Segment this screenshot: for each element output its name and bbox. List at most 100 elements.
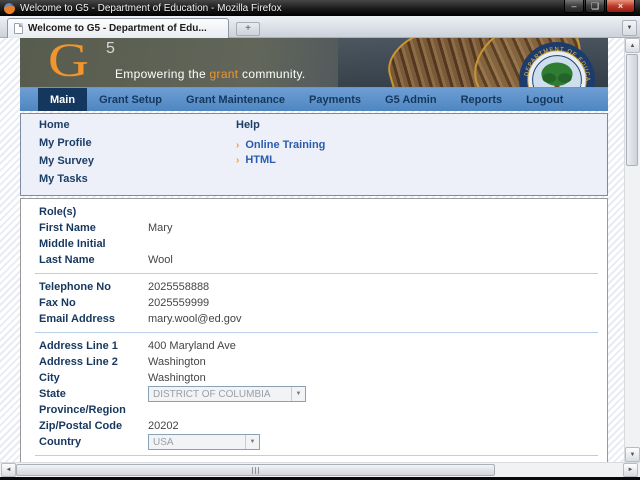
scroll-left-icon[interactable]: ◄ (1, 463, 16, 477)
horizontal-scrollbar[interactable]: ◄ ► (0, 462, 640, 477)
title-bar: Welcome to G5 - Department of Education … (0, 0, 640, 16)
tagline-highlight: grant (210, 67, 239, 81)
submenu-my-survey[interactable]: My Survey (39, 156, 94, 167)
submenu-home[interactable]: Home (39, 120, 94, 131)
help-link-online-training[interactable]: Online Training (245, 139, 325, 151)
field-label: Middle Initial (39, 238, 148, 250)
form-row-middle-initial: Middle Initial (21, 236, 607, 252)
chevron-down-icon: ▼ (291, 387, 305, 401)
g5-banner: π(x) = f(x) G 5 Empowering the grant com… (20, 38, 608, 88)
submenu-my-profile[interactable]: My Profile (39, 138, 94, 149)
scroll-down-icon[interactable]: ▼ (625, 447, 640, 462)
field-label: City (39, 372, 148, 384)
nav-grant-maintenance[interactable]: Grant Maintenance (174, 88, 297, 111)
nav-grant-setup[interactable]: Grant Setup (87, 88, 174, 111)
tab-bar: Welcome to G5 - Department of Edu... + ▼ (0, 16, 640, 38)
form-row-fax: Fax No 2025559999 (21, 295, 607, 311)
section-divider (35, 332, 598, 333)
tagline-prefix: Empowering the (115, 67, 210, 81)
field-value: mary.wool@ed.gov (148, 313, 242, 325)
form-row-address2: Address Line 2 Washington (21, 354, 607, 370)
field-value: 20202 (148, 420, 179, 432)
submenu-links: Home My Profile My Survey My Tasks (39, 120, 94, 192)
nav-reports[interactable]: Reports (449, 88, 515, 111)
maximize-button[interactable]: ❏ (585, 0, 605, 13)
state-select-value: DISTRICT OF COLUMBIA (153, 389, 271, 400)
help-heading: Help (236, 120, 325, 131)
field-label: Address Line 1 (39, 340, 148, 352)
horizontal-scrollbar-thumb[interactable] (16, 464, 495, 476)
field-label: Last Name (39, 254, 148, 266)
form-row-first-name: First Name Mary (21, 220, 607, 236)
form-row-telephone: Telephone No 2025558888 (21, 279, 607, 295)
tagline-suffix: community. (238, 67, 305, 81)
submenu-my-tasks[interactable]: My Tasks (39, 174, 94, 185)
form-row-roles: Role(s) (21, 204, 607, 220)
field-label: Zip/Postal Code (39, 420, 148, 432)
form-row-zip: Zip/Postal Code 20202 (21, 418, 607, 434)
field-value: Wool (148, 254, 173, 266)
nav-main[interactable]: Main (38, 88, 87, 111)
list-tabs-icon[interactable]: ▼ (622, 20, 637, 36)
nav-g5-admin[interactable]: G5 Admin (373, 88, 449, 111)
field-label: First Name (39, 222, 148, 234)
form-row-province: Province/Region (21, 402, 607, 418)
field-label: State (39, 388, 148, 400)
banner-tagline: Empowering the grant community. (115, 67, 306, 81)
profile-form: Role(s) First Name Mary Middle Initial L… (20, 198, 608, 462)
firefox-icon (4, 3, 15, 14)
state-select[interactable]: DISTRICT OF COLUMBIA ▼ (148, 386, 306, 402)
page-content: π(x) = f(x) G 5 Empowering the grant com… (20, 38, 608, 462)
field-label: Email Address (39, 313, 148, 325)
scrollbar-grip (252, 467, 253, 474)
g5-logo: G (48, 38, 89, 88)
arrow-bullet-icon: › (236, 140, 239, 151)
submenu-panel: Home My Profile My Survey My Tasks Help … (20, 113, 608, 196)
help-column: Help › Online Training › HTML (236, 120, 325, 169)
close-button[interactable]: × (606, 0, 635, 13)
chevron-down-icon: ▼ (245, 435, 259, 449)
new-tab-button[interactable]: + (236, 22, 260, 36)
scroll-right-icon[interactable]: ► (623, 463, 638, 477)
field-value: 400 Maryland Ave (148, 340, 236, 352)
country-select-value: USA (153, 437, 174, 448)
scrollbar-grip (258, 467, 259, 474)
g5-logo-five: 5 (106, 40, 115, 58)
field-value: 2025559999 (148, 297, 209, 309)
country-select[interactable]: USA ▼ (148, 434, 260, 450)
section-divider (35, 273, 598, 274)
nav-logout[interactable]: Logout (514, 88, 575, 111)
field-label: Country (39, 436, 148, 448)
vertical-scrollbar-thumb[interactable] (626, 54, 638, 166)
section-divider (35, 455, 598, 456)
scrollbar-grip (255, 467, 256, 474)
field-label: Fax No (39, 297, 148, 309)
field-value: Washington (148, 356, 206, 368)
department-of-education-seal: DEPARTMENT OF EDUCATION UNITED STATES OF… (518, 41, 596, 88)
field-value: 2025558888 (148, 281, 209, 293)
form-row-country: Country USA ▼ (21, 434, 607, 450)
scroll-up-icon[interactable]: ▲ (625, 38, 640, 53)
page-viewport: π(x) = f(x) G 5 Empowering the grant com… (0, 38, 624, 462)
field-value: Mary (148, 222, 172, 234)
tab-title: Welcome to G5 - Department of Edu... (28, 23, 207, 34)
minimize-button[interactable]: – (564, 0, 584, 13)
nav-payments[interactable]: Payments (297, 88, 373, 111)
field-label: Role(s) (39, 206, 148, 218)
browser-window: Welcome to G5 - Department of Education … (0, 0, 640, 480)
window-controls: – ❏ × (563, 0, 635, 13)
form-row-state: State DISTRICT OF COLUMBIA ▼ (21, 386, 607, 402)
browser-tab[interactable]: Welcome to G5 - Department of Edu... (7, 18, 229, 38)
help-link-html[interactable]: HTML (245, 154, 276, 166)
main-navigation: Main Grant Setup Grant Maintenance Payme… (20, 88, 608, 111)
form-row-address1: Address Line 1 400 Maryland Ave (21, 338, 607, 354)
field-label: Province/Region (39, 404, 148, 416)
form-row-email: Email Address mary.wool@ed.gov (21, 311, 607, 327)
form-row-last-name: Last Name Wool (21, 252, 607, 268)
arrow-bullet-icon: › (236, 155, 239, 166)
form-row-city: City Washington (21, 370, 607, 386)
vertical-scrollbar[interactable]: ▲ ▼ (624, 38, 640, 462)
field-label: Telephone No (39, 281, 148, 293)
page-icon (14, 23, 23, 34)
field-value: Washington (148, 372, 206, 384)
